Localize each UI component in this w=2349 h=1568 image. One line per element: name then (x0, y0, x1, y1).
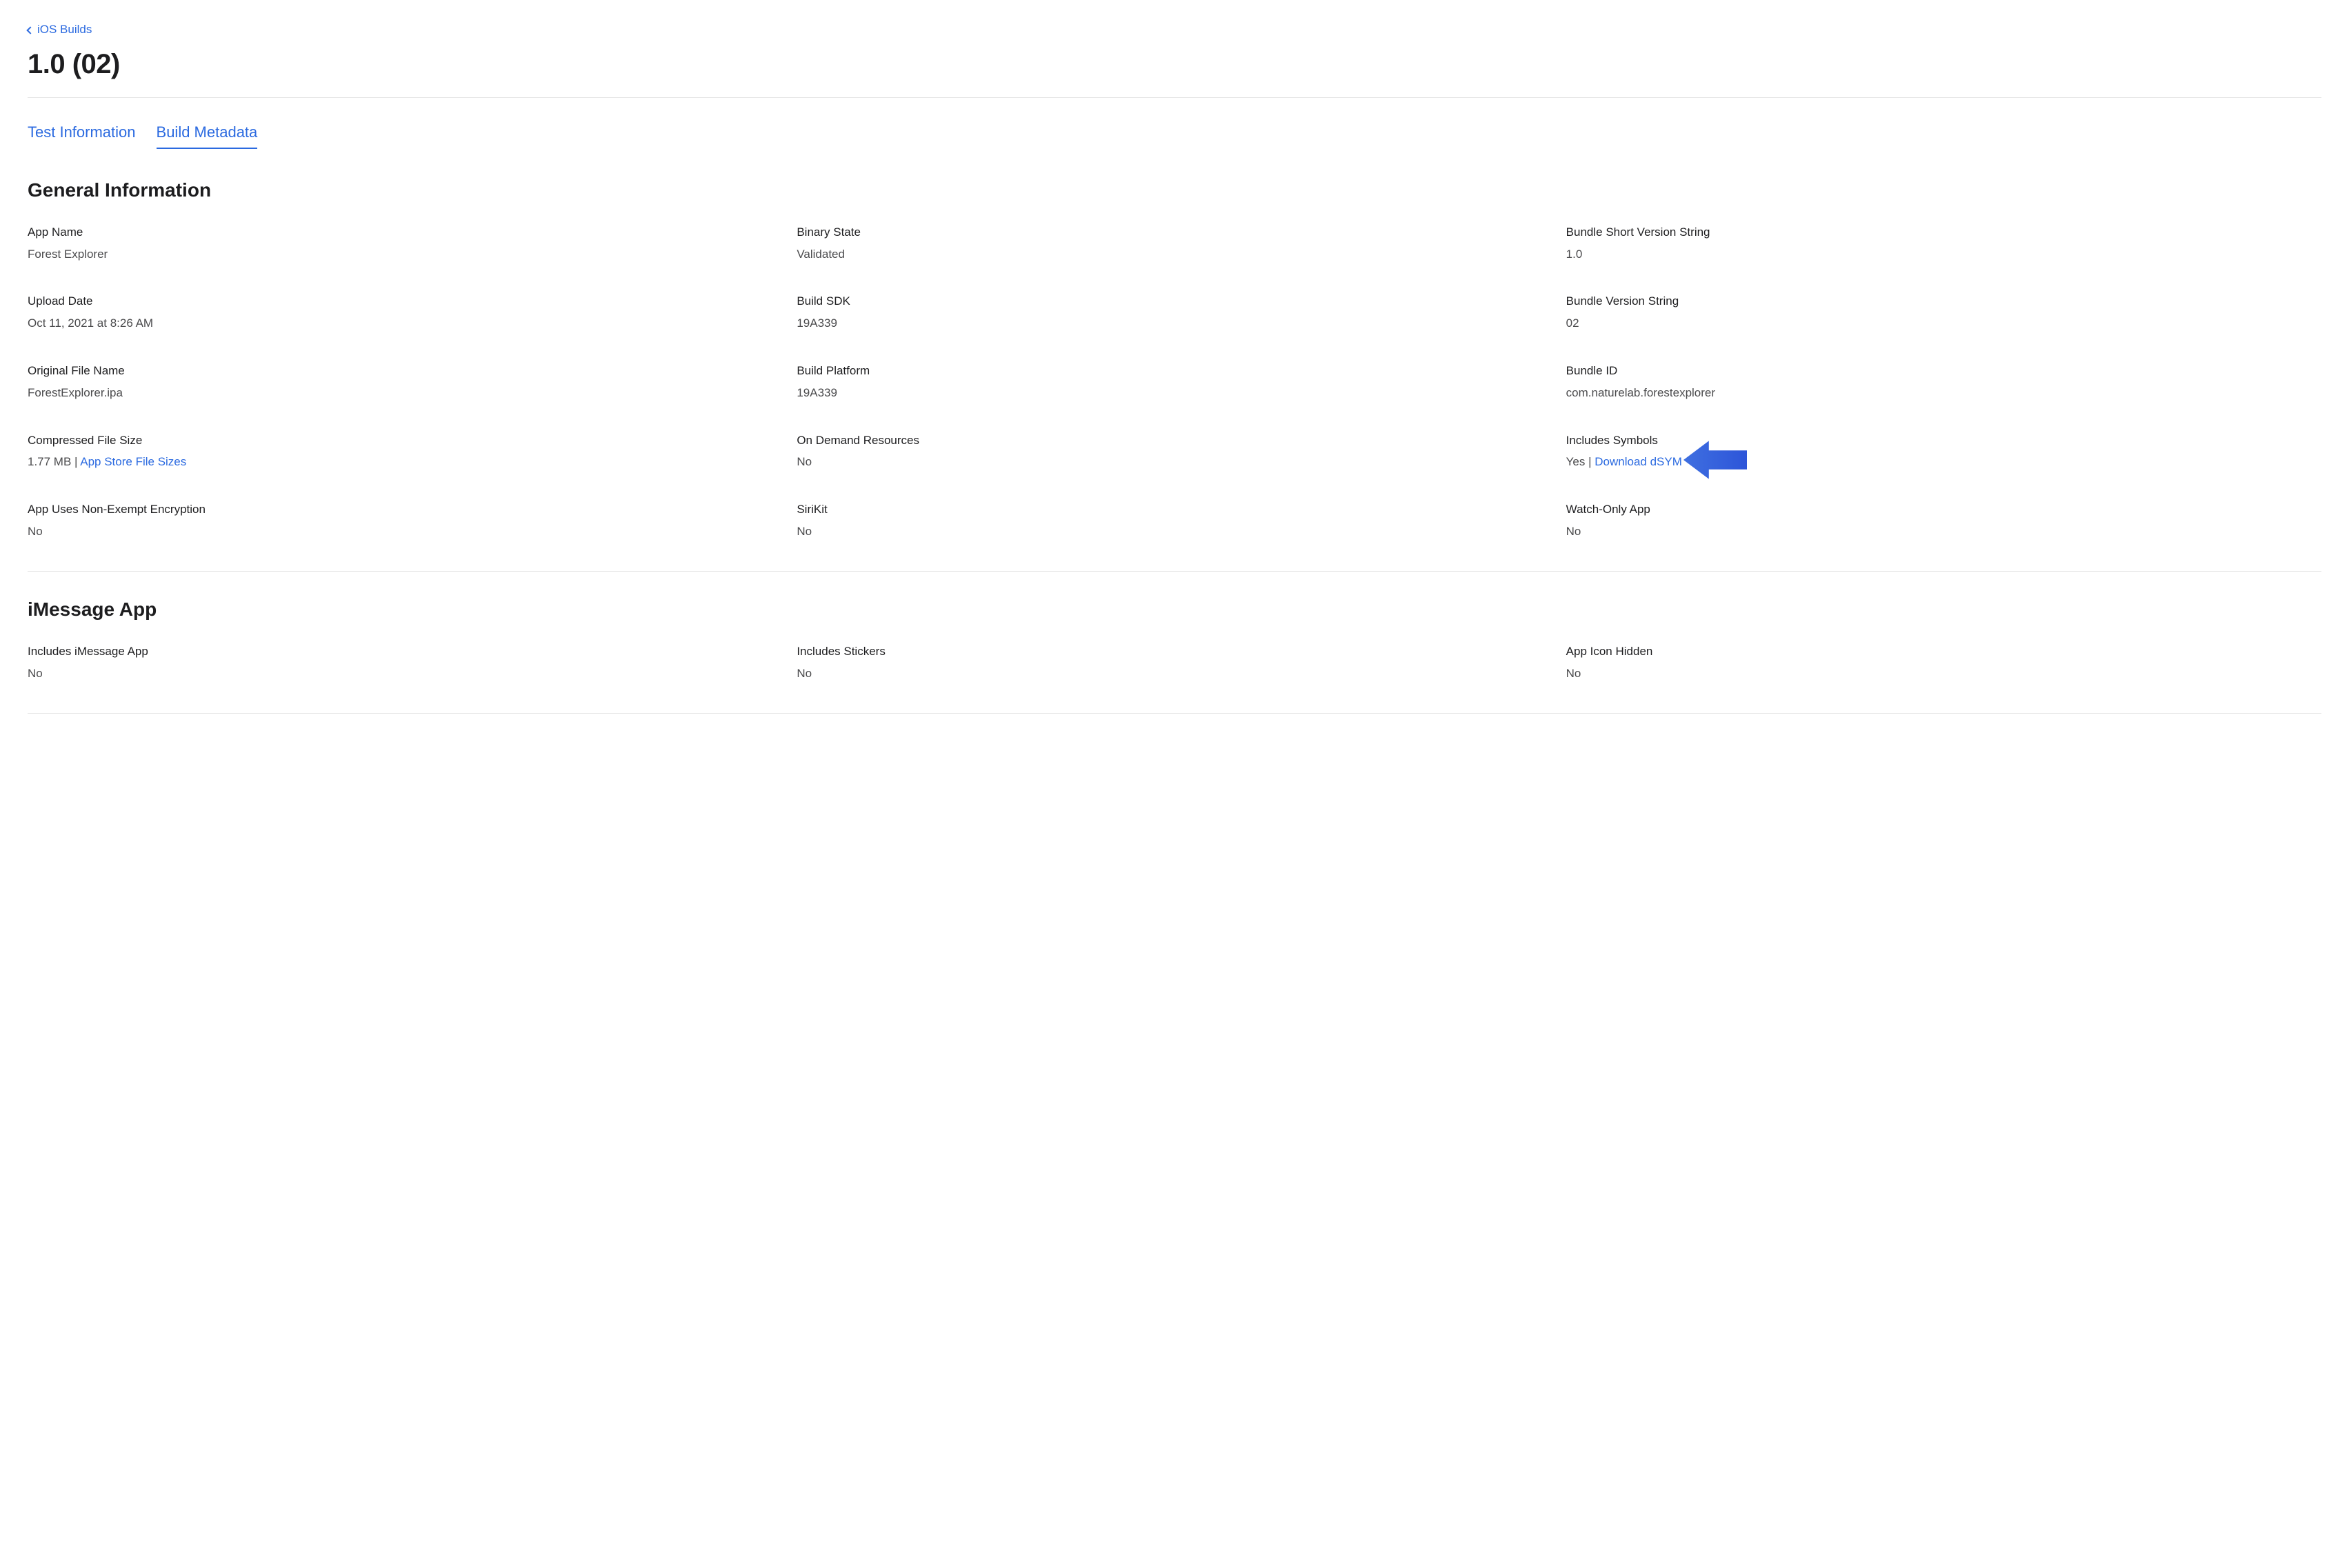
field-compressed-file-size: Compressed File Size 1.77 MB | App Store… (28, 432, 783, 471)
field-app-icon-hidden: App Icon Hidden No (1566, 643, 2321, 682)
field-binary-state: Binary State Validated (797, 224, 1552, 263)
field-encryption: App Uses Non-Exempt Encryption No (28, 501, 783, 540)
field-value: 19A339 (797, 315, 1552, 332)
section-imessage-title: iMessage App (28, 596, 2321, 623)
field-value: No (797, 665, 1552, 682)
separator: | (1588, 455, 1595, 468)
field-label: Build SDK (797, 293, 1552, 310)
field-value: Forest Explorer (28, 246, 783, 263)
field-value: Validated (797, 246, 1552, 263)
divider (28, 713, 2321, 714)
field-bundle-version: Bundle Version String 02 (1566, 293, 2321, 332)
field-label: App Icon Hidden (1566, 643, 2321, 660)
field-value: No (797, 523, 1552, 540)
field-label: Binary State (797, 224, 1552, 241)
field-watch-only: Watch-Only App No (1566, 501, 2321, 540)
divider (28, 571, 2321, 572)
field-label: Compressed File Size (28, 432, 783, 449)
section-general-title: General Information (28, 177, 2321, 203)
field-value: ForestExplorer.ipa (28, 385, 783, 401)
field-label: Upload Date (28, 293, 783, 310)
field-label: On Demand Resources (797, 432, 1552, 449)
field-value: No (28, 665, 783, 682)
field-value: No (1566, 665, 2321, 682)
field-label: App Name (28, 224, 783, 241)
field-upload-date: Upload Date Oct 11, 2021 at 8:26 AM (28, 293, 783, 332)
field-label: Includes Stickers (797, 643, 1552, 660)
field-value: 1.0 (1566, 246, 2321, 263)
includes-symbols-value: Yes (1566, 455, 1586, 468)
download-dsym-link[interactable]: Download dSYM (1595, 455, 1682, 468)
compressed-size-value: 1.77 MB (28, 455, 71, 468)
field-label: App Uses Non-Exempt Encryption (28, 501, 783, 518)
field-build-sdk: Build SDK 19A339 (797, 293, 1552, 332)
field-value: Yes | Download dSYM (1566, 454, 2321, 470)
field-app-name: App Name Forest Explorer (28, 224, 783, 263)
field-includes-stickers: Includes Stickers No (797, 643, 1552, 682)
general-grid: App Name Forest Explorer Binary State Va… (28, 224, 2321, 540)
back-link-label: iOS Builds (37, 21, 92, 38)
tab-test-information[interactable]: Test Information (28, 122, 136, 149)
field-bundle-short-version: Bundle Short Version String 1.0 (1566, 224, 2321, 263)
tabs: Test Information Build Metadata (28, 98, 2321, 149)
field-label: Includes iMessage App (28, 643, 783, 660)
field-label: Bundle Short Version String (1566, 224, 2321, 241)
field-label: Includes Symbols (1566, 432, 2321, 449)
field-value: No (797, 454, 1552, 470)
field-on-demand-resources: On Demand Resources No (797, 432, 1552, 471)
field-value: 19A339 (797, 385, 1552, 401)
field-bundle-id: Bundle ID com.naturelab.forestexplorer (1566, 363, 2321, 401)
back-link[interactable]: iOS Builds (28, 21, 92, 38)
field-includes-imessage-app: Includes iMessage App No (28, 643, 783, 682)
imessage-grid: Includes iMessage App No Includes Sticke… (28, 643, 2321, 682)
field-label: Build Platform (797, 363, 1552, 379)
field-label: Bundle Version String (1566, 293, 2321, 310)
app-store-file-sizes-link[interactable]: App Store File Sizes (80, 455, 186, 468)
field-includes-symbols: Includes Symbols Yes | Download dSYM (1566, 432, 2321, 471)
field-original-file-name: Original File Name ForestExplorer.ipa (28, 363, 783, 401)
field-build-platform: Build Platform 19A339 (797, 363, 1552, 401)
field-value: No (28, 523, 783, 540)
field-value: Oct 11, 2021 at 8:26 AM (28, 315, 783, 332)
field-label: Original File Name (28, 363, 783, 379)
field-label: Watch-Only App (1566, 501, 2321, 518)
field-value: 02 (1566, 315, 2321, 332)
field-sirikit: SiriKit No (797, 501, 1552, 540)
tab-label: Test Information (28, 123, 136, 141)
tab-label: Build Metadata (157, 123, 258, 141)
tab-build-metadata[interactable]: Build Metadata (157, 122, 258, 149)
field-value: 1.77 MB | App Store File Sizes (28, 454, 783, 470)
page-title: 1.0 (02) (28, 45, 2321, 83)
field-value: com.naturelab.forestexplorer (1566, 385, 2321, 401)
field-label: Bundle ID (1566, 363, 2321, 379)
field-value: No (1566, 523, 2321, 540)
chevron-left-icon (26, 26, 34, 34)
field-label: SiriKit (797, 501, 1552, 518)
